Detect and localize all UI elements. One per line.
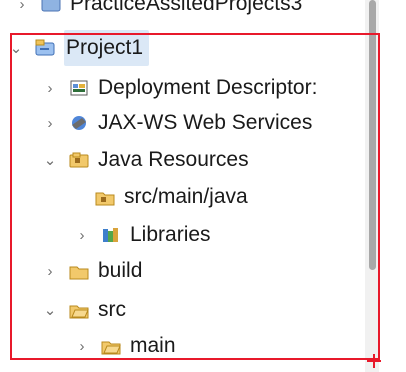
libraries-icon [98,222,124,248]
tree-item-practice-assisted-projects[interactable]: › PracticeAssitedProjects3 [12,0,302,22]
tree-item-label: Java Resources [98,148,249,171]
project-icon [32,35,58,61]
right-margin [379,0,406,372]
source-folder-icon [92,184,118,210]
resize-cross-icon [367,354,381,368]
chevron-down-icon[interactable]: ⌄ [6,30,26,66]
chevron-right-icon[interactable]: › [40,70,60,106]
project-icon [38,0,64,17]
tree-item-label: src/main/java [124,185,248,208]
tree-item-label: Project1 [64,30,150,66]
chevron-down-icon[interactable]: ⌄ [40,142,60,178]
tree-item-label: main [130,334,176,357]
chevron-down-icon[interactable]: ⌄ [40,292,60,328]
tree-item-label: build [98,259,143,282]
folder-icon [66,258,92,284]
vertical-scrollbar-thumb[interactable] [369,0,376,270]
tree-item-label: PracticeAssitedProjects3 [70,0,303,15]
java-resources-icon [66,147,92,173]
deployment-descriptor-icon [66,75,92,101]
chevron-right-icon[interactable]: › [12,0,32,22]
tree-item-label: Deployment Descriptor: [98,76,318,99]
tree-item-libraries[interactable]: › Libraries [72,217,211,253]
chevron-right-icon[interactable]: › [72,217,92,253]
tree-item-jaxws-web-services[interactable]: › JAX-WS Web Services [40,105,313,141]
web-services-icon [66,110,92,136]
tree-item-src[interactable]: ⌄ src [40,292,126,328]
tree-item-label: src [98,298,126,321]
tree-item-label: Libraries [130,223,211,246]
tree-item-label: JAX-WS Web Services [98,111,313,134]
folder-icon [98,333,124,359]
chevron-right-icon[interactable]: › [72,328,92,364]
chevron-right-icon[interactable]: › [40,105,60,141]
tree-item-main[interactable]: › main [72,328,176,364]
tree-item-deployment-descriptor[interactable]: › Deployment Descriptor: [40,70,318,106]
tree-item-project1[interactable]: ⌄ Project1 [6,30,150,66]
folder-open-icon [66,297,92,323]
tree-item-build[interactable]: › build [40,253,143,289]
tree-item-java-resources[interactable]: ⌄ Java Resources [40,142,249,178]
tree-item-src-main-java[interactable]: src/main/java [92,179,248,215]
project-explorer: › PracticeAssitedProjects3 ⌄ Project1 › [0,0,406,372]
chevron-right-icon[interactable]: › [40,253,60,289]
